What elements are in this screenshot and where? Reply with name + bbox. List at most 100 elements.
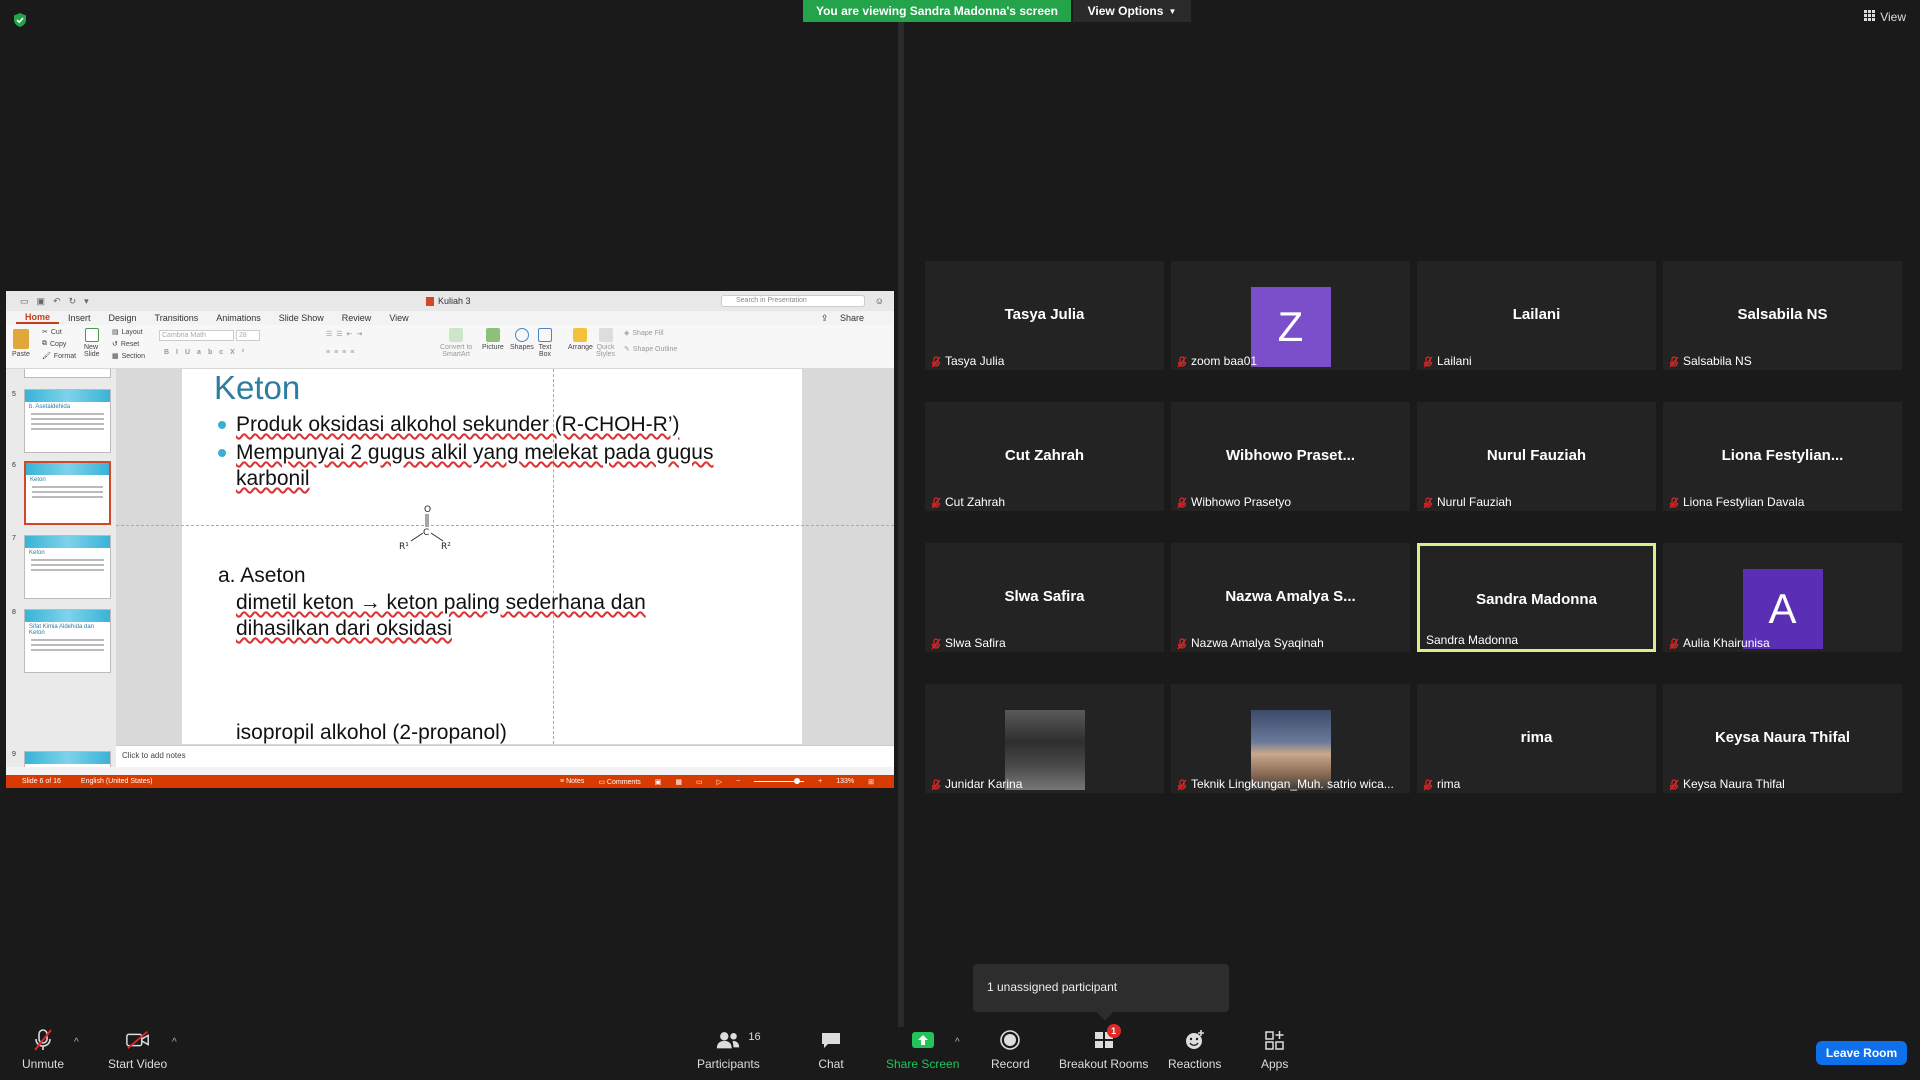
normal-view-icon[interactable]: ▣ — [655, 778, 662, 786]
chat-button[interactable]: Chat — [818, 1027, 844, 1071]
carbonyl-structure[interactable]: O C R¹ R² — [397, 503, 457, 555]
participant-tile[interactable]: rima rima — [1417, 684, 1656, 793]
leave-room-button[interactable]: Leave Room — [1816, 1041, 1907, 1065]
tab-review[interactable]: Review — [333, 313, 381, 323]
slide-aseton-line1[interactable]: dimetil keton → keton paling sederhana d… — [236, 591, 646, 615]
text-box-button[interactable]: Text Box — [538, 328, 552, 358]
tab-view[interactable]: View — [380, 313, 417, 323]
ppt-search-input[interactable]: Search in Presentation — [721, 295, 865, 307]
participant-tile[interactable]: Nurul Fauziah Nurul Fauziah — [1417, 402, 1656, 511]
undo-icon[interactable]: ↶ — [53, 296, 61, 307]
font-size-select[interactable]: 28 — [236, 330, 260, 341]
picture-button[interactable]: Picture — [482, 328, 504, 351]
reading-view-icon[interactable]: ▭ — [696, 778, 703, 786]
new-slide-button[interactable]: New Slide — [84, 328, 100, 358]
language-indicator[interactable]: English (United States) — [81, 778, 153, 785]
shape-fill-button[interactable]: ◈ Shape Fill — [624, 329, 664, 338]
arrange-button[interactable]: Arrange — [568, 328, 593, 351]
slide-thumbnail-9[interactable] — [24, 751, 111, 767]
zoom-level[interactable]: 133% — [836, 778, 854, 785]
tab-home[interactable]: Home — [16, 312, 60, 324]
notes-pane[interactable]: Click to add notes — [116, 745, 894, 767]
breakout-rooms-button[interactable]: 1 Breakout Rooms — [1059, 1024, 1148, 1071]
shape-outline-button[interactable]: ✎ Shape Outline — [624, 345, 677, 354]
redo-icon[interactable]: ↻ — [69, 296, 77, 307]
cut-button[interactable]: ✂ Cut — [42, 328, 62, 337]
section-button[interactable]: ▦ Section — [112, 352, 145, 361]
apps-button[interactable]: Apps — [1261, 1027, 1288, 1071]
view-options-button[interactable]: View Options ▼ — [1073, 0, 1191, 22]
save-icon[interactable]: ▣ — [37, 296, 46, 307]
split-divider[interactable] — [898, 22, 904, 1027]
slideshow-icon[interactable]: ▷ — [717, 778, 722, 786]
zoom-knob[interactable] — [794, 778, 801, 784]
participant-tile[interactable]: Slwa Safira Slwa Safira — [925, 543, 1164, 652]
align-buttons[interactable]: ≡≡≡≡ — [326, 349, 358, 356]
slide-editor[interactable]: Keton Produk oksidasi alkohol sekunder (… — [116, 369, 894, 767]
slide-thumbnail-7[interactable]: Keton — [24, 535, 111, 599]
tab-transitions[interactable]: Transitions — [146, 313, 208, 323]
share-options-caret[interactable]: ^ — [955, 1037, 960, 1048]
slide-thumbnail-4[interactable] — [24, 369, 111, 378]
view-layout-button[interactable]: View — [1864, 10, 1906, 24]
convert-smartart-button[interactable]: Convert to SmartArt — [440, 328, 472, 358]
participant-tile[interactable]: Nazwa Amalya S... Nazwa Amalya Syaqinah — [1171, 543, 1410, 652]
slide-bottom-text[interactable]: isopropil alkohol (2-propanol) — [236, 721, 507, 745]
shapes-button[interactable]: Shapes — [510, 328, 534, 351]
participant-tile[interactable]: Wibhowo Praset... Wibhowo Prasetyo — [1171, 402, 1410, 511]
slide-bullet-2[interactable]: Mempunyai 2 gugus alkil yang melekat pad… — [218, 441, 713, 465]
notes-toggle[interactable]: ≡ Notes — [560, 778, 584, 785]
participant-tile[interactable]: Cut Zahrah Cut Zahrah — [925, 402, 1164, 511]
start-video-button[interactable]: Start Video — [108, 1027, 167, 1071]
font-format-buttons[interactable]: BIUabcX² — [164, 349, 251, 356]
reset-button[interactable]: ↺ Reset — [112, 340, 139, 349]
fit-slide-icon[interactable]: ⊞ — [868, 778, 874, 786]
audio-options-caret[interactable]: ^ — [74, 1037, 79, 1048]
record-button[interactable]: Record — [991, 1027, 1030, 1071]
font-name-select[interactable]: Cambria Math — [159, 330, 234, 341]
slide-thumbnail-8[interactable]: Sifat Kimia Aldehida dan Keton — [24, 609, 111, 673]
video-options-caret[interactable]: ^ — [172, 1037, 177, 1048]
participant-tile[interactable]: Zzoom baa01 — [1171, 261, 1410, 370]
participant-tile[interactable]: A Aulia Khairunisa — [1663, 543, 1902, 652]
slide-aseton-line2[interactable]: dihasilkan dari oksidasi — [236, 617, 452, 641]
format-painter-button[interactable]: 🖌 Format — [42, 352, 76, 361]
participant-tile[interactable]: Junidar Karina — [925, 684, 1164, 793]
slide-subheading-aseton[interactable]: a. Aseton — [218, 564, 306, 588]
zoom-slider[interactable] — [754, 778, 805, 784]
participant-tile[interactable]: Keysa Naura Thifal Keysa Naura Thifal — [1663, 684, 1902, 793]
ppt-share-button[interactable]: ⇪ Share — [812, 313, 882, 324]
sidebar-toggle-icon[interactable]: ▭ — [20, 296, 29, 307]
participant-tile[interactable]: Salsabila NS Salsabila NS — [1663, 261, 1902, 370]
smiley-icon[interactable]: ☺ — [875, 296, 884, 306]
participants-button[interactable]: 16 Participants — [697, 1027, 761, 1071]
slide-thumbnail-6[interactable]: Keton — [24, 461, 111, 525]
quick-styles-button[interactable]: Quick Styles — [596, 328, 615, 358]
zoom-in-icon[interactable]: + — [818, 778, 822, 785]
participant-tile[interactable]: Liona Festylian... Liona Festylian Davala — [1663, 402, 1902, 511]
participant-tile[interactable]: Lailani Lailani — [1417, 261, 1656, 370]
slide-bullet-1[interactable]: Produk oksidasi alkohol sekunder (R-CHOH… — [218, 413, 679, 437]
slide-title[interactable]: Keton — [214, 369, 300, 407]
tab-design[interactable]: Design — [100, 313, 146, 323]
more-icon[interactable]: ▾ — [84, 296, 89, 307]
slide-thumbnail-5[interactable]: b. Asetaldehida — [24, 389, 111, 453]
tab-insert[interactable]: Insert — [59, 313, 100, 323]
tab-slide-show[interactable]: Slide Show — [270, 313, 333, 323]
unmute-button[interactable]: Unmute — [22, 1027, 64, 1071]
layout-button[interactable]: ▤ Layout — [112, 328, 143, 337]
paste-button[interactable]: Paste — [12, 329, 30, 358]
reactions-button[interactable]: Reactions — [1168, 1027, 1221, 1071]
participant-tile[interactable]: Sandra Madonna Sandra Madonna — [1417, 543, 1656, 652]
slide-canvas[interactable]: Keton Produk oksidasi alkohol sekunder (… — [182, 369, 802, 744]
zoom-out-icon[interactable]: − — [736, 778, 740, 785]
list-buttons[interactable]: ☰☰⇤⇥ — [326, 330, 366, 338]
comments-toggle[interactable]: ▭ Comments — [598, 778, 640, 786]
share-screen-button[interactable]: Share Screen — [886, 1027, 959, 1071]
copy-button[interactable]: ⧉ Copy — [42, 340, 66, 348]
participant-tile[interactable]: Tasya Julia Tasya Julia — [925, 261, 1164, 370]
slide-sorter-icon[interactable]: ▦ — [675, 778, 682, 786]
tab-animations[interactable]: Animations — [207, 313, 270, 323]
participant-tile[interactable]: Teknik Lingkungan_Muh. satrio wica... — [1171, 684, 1410, 793]
shield-icon[interactable] — [12, 12, 28, 28]
